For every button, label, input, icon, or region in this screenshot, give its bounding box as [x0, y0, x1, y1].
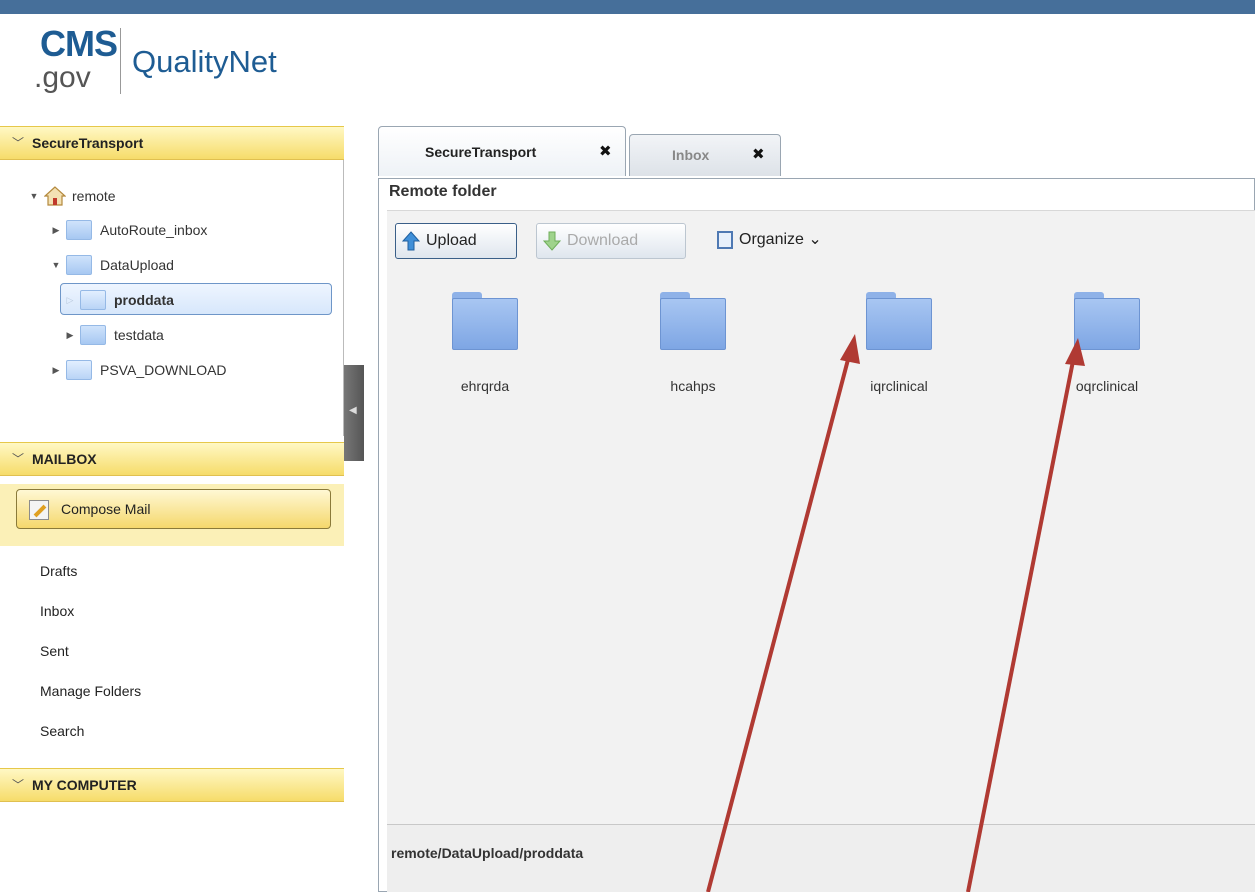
mailbox-item-sent[interactable]: Sent	[40, 643, 69, 659]
upload-arrow-icon	[402, 231, 420, 251]
mailbox-item-manage-folders[interactable]: Manage Folders	[40, 683, 141, 699]
logo-brand-text: QualityNet	[132, 44, 277, 79]
panel-title: Remote folder	[389, 183, 497, 200]
mailbox-panel-header[interactable]: ﹀ MAILBOX	[0, 442, 344, 476]
tree-item-psva-download[interactable]: ▶ PSVA_DOWNLOAD	[50, 358, 227, 382]
cms-logo[interactable]: CMS .gov QualityNet	[34, 24, 294, 114]
collapse-left-icon: ◀	[349, 405, 357, 416]
download-arrow-icon	[543, 231, 561, 251]
folder-grid: ehrqrda hcahps iqrclinical oqrclinical	[387, 268, 1255, 824]
folder-icon	[80, 325, 106, 345]
expand-right-icon[interactable]: ▶	[50, 358, 62, 382]
tab-inbox[interactable]: Inbox ✖	[629, 134, 781, 176]
expand-down-icon[interactable]: ▼	[28, 184, 40, 208]
folder-icon	[866, 292, 932, 350]
tab-securetransport[interactable]: SecureTransport ✖	[378, 126, 626, 176]
mailbox-item-search[interactable]: Search	[40, 723, 84, 739]
folder-item[interactable]: hcahps	[623, 292, 763, 394]
tree-item-testdata[interactable]: ▶ testdata	[64, 323, 164, 347]
compose-mail-button[interactable]: Compose Mail	[16, 489, 331, 529]
folder-icon	[452, 292, 518, 350]
app-window: CMS .gov QualityNet ﹀ SecureTransport ▼ …	[0, 0, 1255, 892]
path-status-bar: remote/DataUpload/proddata	[387, 824, 1255, 892]
organize-menu-button[interactable]: Organize ⌄	[713, 223, 822, 259]
expand-right-icon[interactable]: ▶	[50, 218, 62, 242]
folder-item[interactable]: ehrqrda	[415, 292, 555, 394]
tree-item-label: testdata	[114, 327, 164, 343]
logo-divider	[120, 28, 121, 94]
panel-title: MAILBOX	[32, 451, 97, 467]
chevron-down-icon: ﹀	[12, 136, 25, 150]
folder-label: oqrclinical	[1075, 378, 1139, 394]
close-icon[interactable]: ✖	[752, 135, 765, 175]
compose-label: Compose Mail	[61, 501, 151, 517]
folder-icon	[660, 292, 726, 350]
tree-item-label: proddata	[114, 292, 174, 308]
compose-area: Compose Mail	[0, 484, 344, 546]
tree-item-label: AutoRoute_inbox	[100, 222, 208, 238]
home-icon	[44, 186, 66, 206]
button-label: Upload	[426, 232, 477, 249]
logo-gov-text: .gov	[34, 61, 91, 94]
toolbar: Upload Download Organize ⌄	[387, 210, 1255, 268]
upload-button[interactable]: Upload	[395, 223, 517, 259]
folder-icon	[66, 255, 92, 275]
current-path: remote/DataUpload/proddata	[391, 845, 584, 861]
chevron-down-icon: ﹀	[12, 778, 25, 792]
top-bar	[0, 0, 1255, 14]
tree-item-label: DataUpload	[100, 257, 174, 273]
button-label: Download	[567, 232, 639, 249]
panel-title: SecureTransport	[32, 135, 144, 151]
folder-label: hcahps	[670, 378, 716, 394]
folder-icon	[1074, 292, 1140, 350]
tree-item-proddata[interactable]: ▷ proddata	[64, 288, 174, 312]
folder-label: ehrqrda	[460, 378, 510, 394]
remote-folder-panel: Remote folder Upload Download Organize ⌄	[378, 178, 1255, 892]
expand-right-icon[interactable]: ▶	[64, 323, 76, 347]
tree-item-label: remote	[72, 188, 116, 204]
panel-title: MY COMPUTER	[32, 777, 137, 793]
tab-label: Inbox	[672, 147, 710, 163]
my-computer-panel-header[interactable]: ﹀ MY COMPUTER	[0, 768, 344, 802]
expand-down-icon[interactable]: ▼	[50, 253, 62, 277]
securetransport-panel-header[interactable]: ﹀ SecureTransport	[0, 126, 344, 160]
folder-item[interactable]: iqrclinical	[829, 292, 969, 394]
pencil-icon	[29, 500, 49, 520]
download-button[interactable]: Download	[536, 223, 686, 259]
expand-right-icon[interactable]: ▷	[64, 288, 76, 312]
close-icon[interactable]: ✖	[599, 127, 612, 177]
button-label: Organize	[739, 231, 804, 248]
tree-item-remote[interactable]: ▼ remote	[28, 184, 116, 208]
open-folder-icon	[80, 290, 106, 310]
folder-label: iqrclinical	[870, 378, 928, 394]
tree-item-label: PSVA_DOWNLOAD	[100, 362, 227, 378]
sidebar-collapse-handle[interactable]: ◀	[344, 365, 364, 461]
chevron-down-icon: ﹀	[12, 452, 25, 466]
tree-item-autoroute-inbox[interactable]: ▶ AutoRoute_inbox	[50, 218, 207, 242]
mailbox-item-drafts[interactable]: Drafts	[40, 563, 77, 579]
folder-icon	[66, 220, 92, 240]
folder-item[interactable]: oqrclinical	[1037, 292, 1177, 394]
header: CMS .gov QualityNet	[0, 14, 1255, 120]
tab-bar: SecureTransport ✖ Inbox ✖	[378, 126, 1255, 180]
open-folder-icon	[66, 360, 92, 380]
tab-label: SecureTransport	[425, 144, 537, 160]
book-icon	[717, 231, 733, 249]
chevron-down-icon: ⌄	[808, 231, 822, 248]
mailbox-item-inbox[interactable]: Inbox	[40, 603, 74, 619]
tree-item-dataupload[interactable]: ▼ DataUpload	[50, 253, 174, 277]
